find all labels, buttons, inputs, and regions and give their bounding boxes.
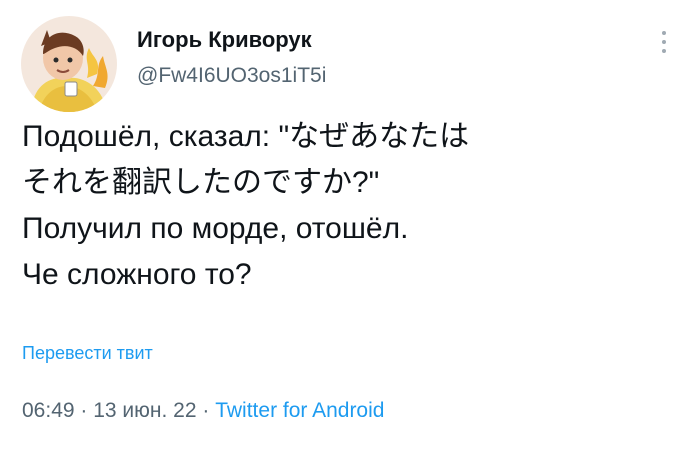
tweet-text: Подошёл, сказал: "なぜあなたは それを翻訳したのですか?" П…	[22, 114, 682, 298]
tweet-metadata: 06:49 · 13 июн. 22 · Twitter for Android	[22, 399, 384, 423]
user-handle[interactable]: @Fw4I6UO3os1iT5i	[137, 64, 326, 88]
more-icon-dot	[662, 31, 666, 35]
user-name[interactable]: Игорь Криворук	[137, 27, 312, 53]
more-icon-dot	[662, 49, 666, 53]
avatar[interactable]	[21, 16, 117, 112]
meta-separator: ·	[202, 399, 216, 422]
tweet-time[interactable]: 06:49	[22, 399, 75, 422]
tweet-source-link[interactable]: Twitter for Android	[215, 399, 384, 422]
more-icon-dot	[662, 40, 666, 44]
translate-tweet-link[interactable]: Перевести твит	[22, 343, 153, 364]
meta-separator: ·	[80, 399, 94, 422]
tweet-date[interactable]: 13 июн. 22	[93, 399, 196, 422]
tweet-text-line: それを翻訳したのですか?"	[22, 166, 380, 199]
tweet-text-line: Че сложного то?	[22, 258, 252, 291]
avatar-image	[21, 16, 117, 112]
tweet-card: Игорь Криворук @Fw4I6UO3os1iT5i Подошёл,…	[0, 0, 700, 450]
more-icon[interactable]	[652, 28, 676, 56]
tweet-text-line: Подошёл, сказал: "なぜあなたは	[22, 120, 470, 153]
tweet-text-line: Получил по морде, отошёл.	[22, 212, 409, 245]
